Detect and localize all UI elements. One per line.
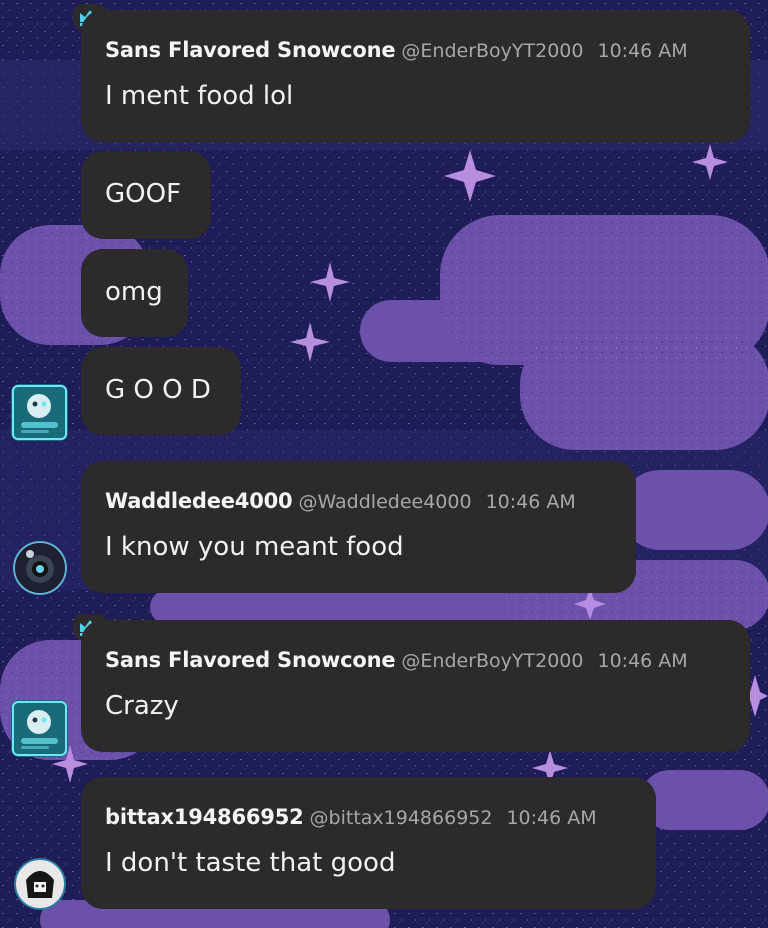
author-name[interactable]: Sans Flavored Snowcone: [105, 648, 396, 672]
user-avatar[interactable]: [11, 384, 68, 441]
message-text: Crazy: [105, 691, 179, 721]
message-text: GOOF: [105, 179, 182, 209]
message-bubble[interactable]: omg: [81, 249, 188, 337]
message-time: 10:46 AM: [506, 807, 597, 829]
user-avatar[interactable]: [14, 858, 66, 910]
message-bubble[interactable]: GOOF: [81, 151, 211, 239]
message-text: G O O D: [105, 375, 211, 405]
author-handle: @EnderBoyYT2000: [401, 40, 584, 62]
user-avatar[interactable]: [11, 700, 68, 757]
author-handle: @EnderBoyYT2000: [401, 650, 584, 672]
message-text: I ment food lol: [105, 81, 294, 111]
author-name[interactable]: Waddledee4000: [105, 489, 293, 513]
message-header: bittax194866952 @bittax194866952 10:46 AM: [105, 804, 597, 831]
author-name[interactable]: bittax194866952: [105, 805, 304, 829]
message-bubble[interactable]: Sans Flavored Snowcone @EnderBoyYT2000 10:…: [81, 620, 750, 752]
message-bubble[interactable]: Waddledee4000 @Waddledee4000 10:46 AM I kn…: [81, 461, 636, 593]
author-handle: @bittax194866952: [309, 807, 493, 829]
message-bubble[interactable]: Sans Flavored Snowcone @EnderBoyYT2000 10:…: [81, 10, 750, 142]
message-bubble[interactable]: G O O D: [81, 347, 241, 435]
message-time: 10:46 AM: [597, 40, 688, 62]
message-time: 10:46 AM: [597, 650, 688, 672]
message-text: omg: [105, 277, 163, 307]
user-avatar[interactable]: [13, 541, 67, 595]
message-header: Sans Flavored Snowcone @EnderBoyYT2000 10:…: [105, 647, 688, 674]
message-text: I don't taste that good: [105, 848, 396, 878]
message-time: 10:46 AM: [485, 491, 576, 513]
message-text: I know you meant food: [105, 532, 404, 562]
author-handle: @Waddledee4000: [298, 491, 472, 513]
author-name[interactable]: Sans Flavored Snowcone: [105, 38, 396, 62]
message-header: Waddledee4000 @Waddledee4000 10:46 AM: [105, 488, 576, 515]
message-header: Sans Flavored Snowcone @EnderBoyYT2000 10:…: [105, 37, 688, 64]
message-bubble[interactable]: bittax194866952 @bittax194866952 10:46 AM …: [81, 777, 656, 909]
